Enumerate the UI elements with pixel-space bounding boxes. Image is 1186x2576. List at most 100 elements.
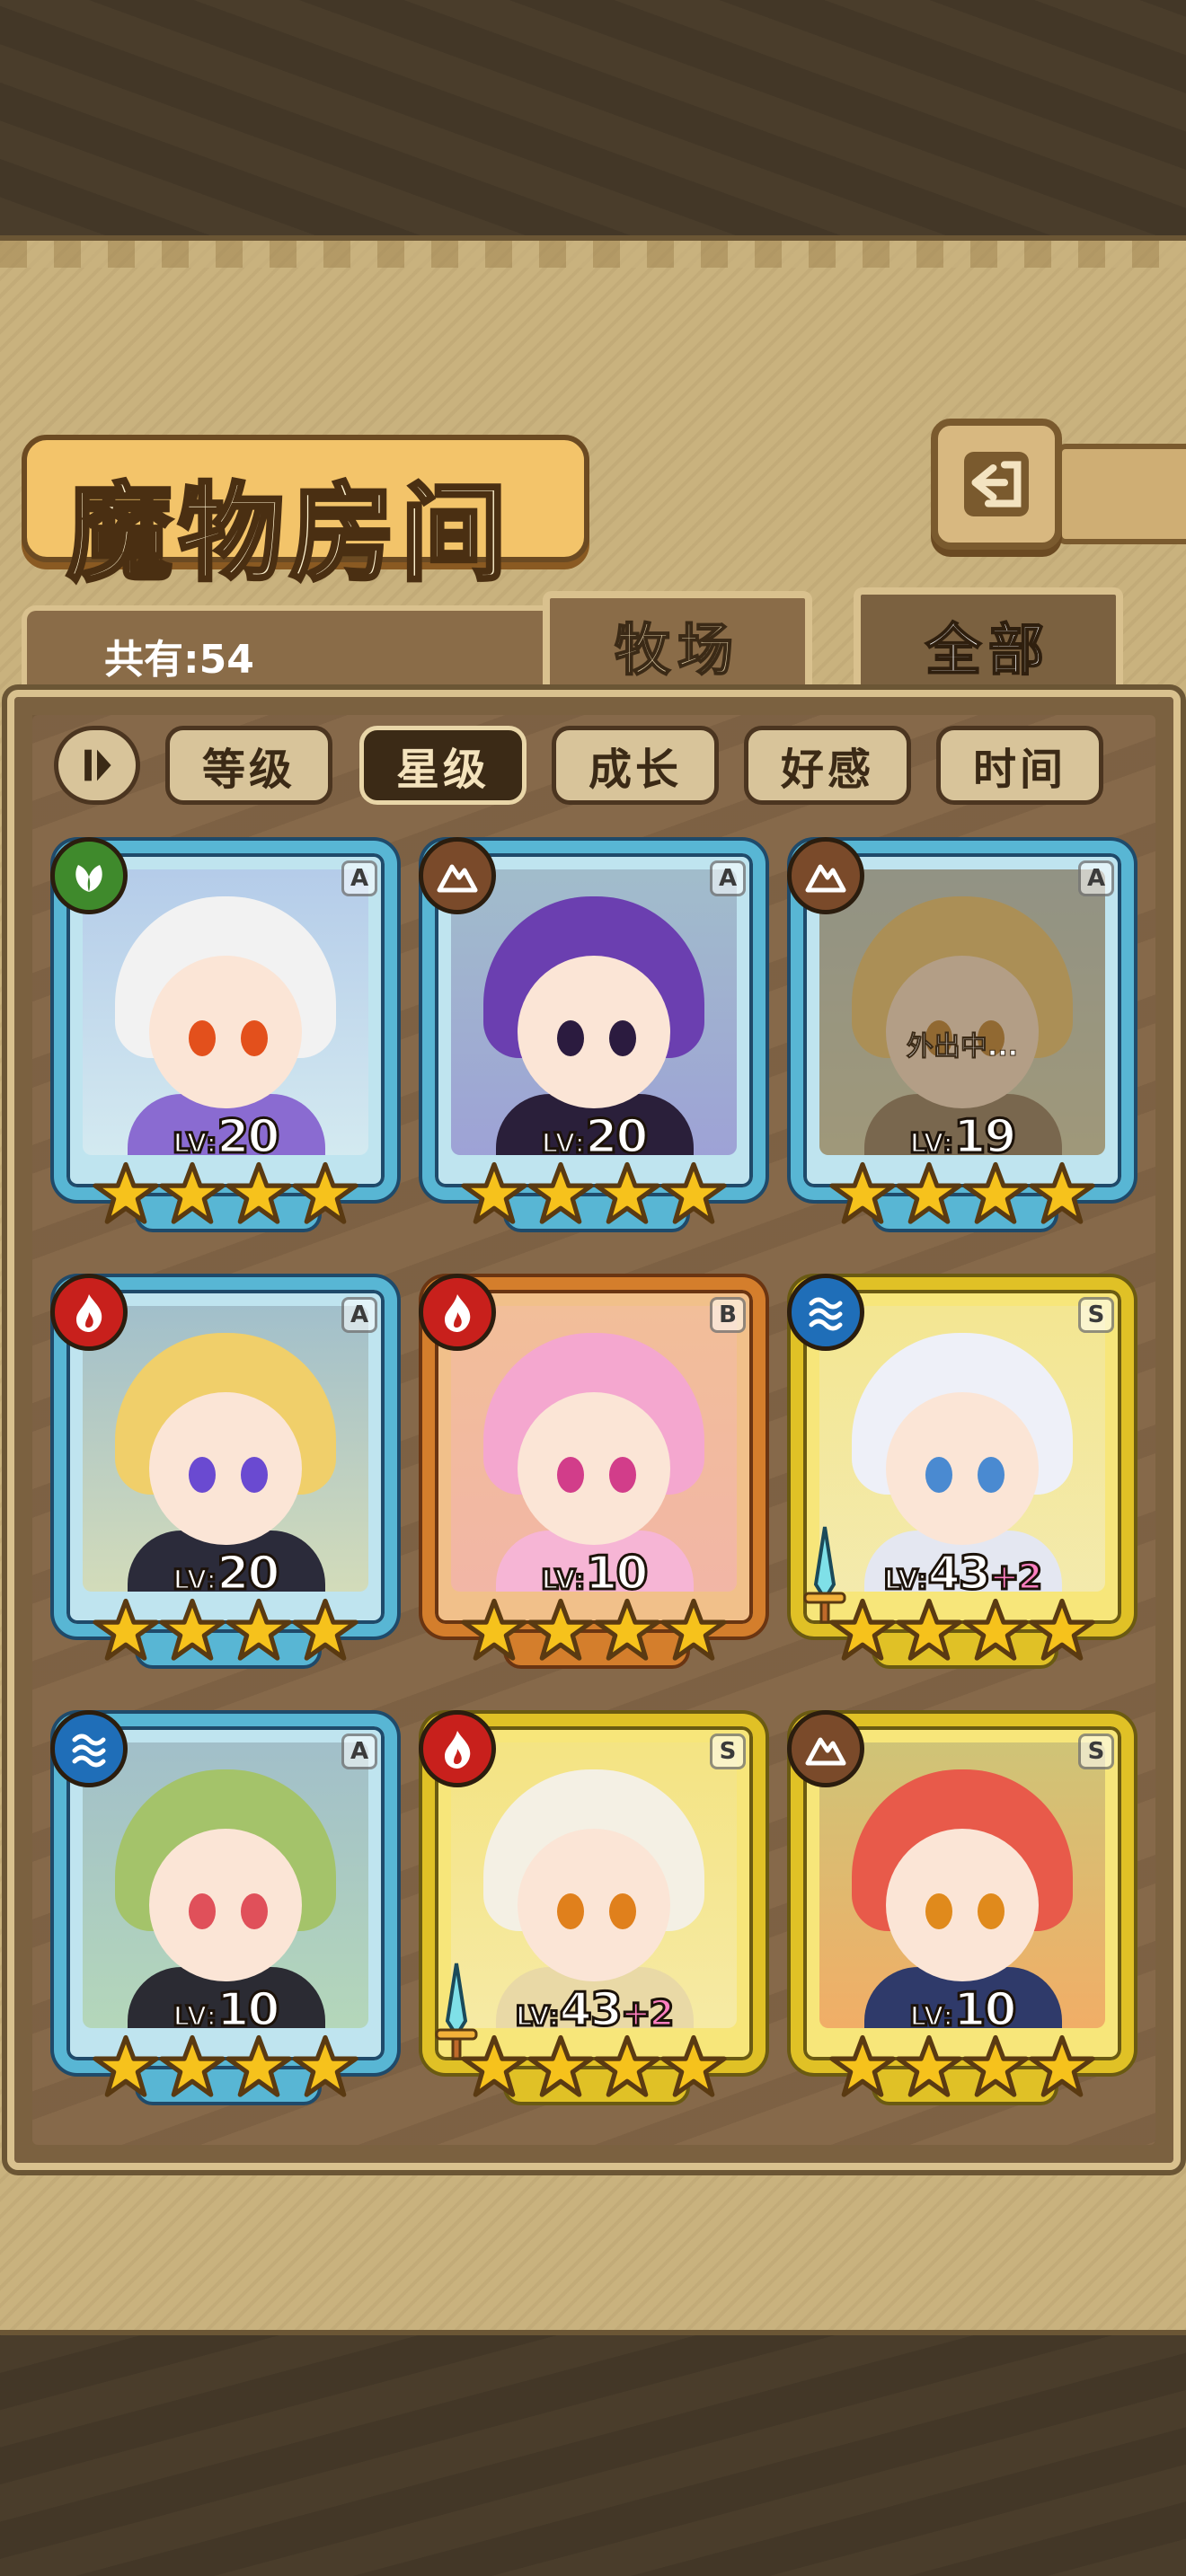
level-value: 43 xyxy=(558,1982,624,2039)
rank-badge: B xyxy=(710,1297,746,1333)
level-value: 10 xyxy=(216,1982,281,2039)
monster-card[interactable]: A LV:10 xyxy=(50,1710,397,2105)
level-prefix: LV: xyxy=(540,1564,587,1598)
rank-badge: S xyxy=(1078,1734,1114,1769)
back-arrow-icon xyxy=(964,452,1029,516)
earth-element-icon xyxy=(787,1710,864,1787)
monster-card[interactable]: 外出中... A LV:19 xyxy=(787,837,1134,1232)
level-prefix: LV: xyxy=(882,1564,929,1598)
portrait-eye xyxy=(189,1020,216,1056)
tab-all[interactable]: 全部 xyxy=(854,587,1123,695)
level-value: 43 xyxy=(926,1546,992,1602)
monster-card[interactable]: A LV:20 xyxy=(419,837,766,1232)
portrait-face xyxy=(149,1392,302,1545)
sort-affection-chip[interactable]: 好感 xyxy=(744,726,911,805)
portrait-eye xyxy=(557,1020,584,1056)
level-value: 10 xyxy=(952,1982,1018,2039)
star-rating xyxy=(458,1597,730,1669)
sort-level-label: 等级 xyxy=(201,745,296,795)
sort-order-toggle[interactable] xyxy=(54,726,140,805)
star-icon xyxy=(226,1598,292,1661)
sort-time-chip[interactable]: 时间 xyxy=(936,726,1103,805)
monster-card[interactable]: A LV:20 xyxy=(50,1274,397,1669)
water-element-icon xyxy=(50,1710,128,1787)
star-icon xyxy=(962,1598,1029,1661)
level-label: LV:10 xyxy=(791,1982,1134,2039)
earth-element-icon xyxy=(419,837,496,914)
star-icon xyxy=(93,1598,159,1661)
portrait-face xyxy=(518,1392,670,1545)
star-icon xyxy=(93,1161,159,1224)
star-icon xyxy=(461,1161,527,1224)
star-icon xyxy=(962,2034,1029,2097)
monster-card[interactable]: A LV:20 xyxy=(50,837,397,1232)
level-prefix: LV: xyxy=(172,1127,218,1161)
portrait-eye xyxy=(925,1893,952,1929)
star-icon xyxy=(292,1598,358,1661)
star-icon xyxy=(829,1598,896,1661)
level-label: LV:10 xyxy=(54,1982,397,2039)
back-button[interactable] xyxy=(931,419,1062,550)
rank-badge: S xyxy=(1078,1297,1114,1333)
top-background xyxy=(0,0,1186,235)
star-icon xyxy=(527,1598,594,1661)
map-border-ornament xyxy=(0,241,1186,268)
sort-star-chip[interactable]: 星级 xyxy=(359,726,527,805)
star-rating xyxy=(90,2033,361,2105)
sort-order-icon xyxy=(84,749,111,781)
rank-badge: A xyxy=(710,860,746,896)
sort-time-label: 时间 xyxy=(972,745,1067,795)
level-prefix: LV: xyxy=(908,1127,955,1161)
fire-element-icon xyxy=(50,1274,128,1351)
star-icon xyxy=(527,2034,594,2097)
star-icon xyxy=(1029,1161,1095,1224)
level-prefix: LV: xyxy=(172,1564,218,1598)
star-icon xyxy=(660,2034,727,2097)
star-rating xyxy=(827,1160,1098,1232)
star-icon xyxy=(292,2034,358,2097)
monster-card[interactable]: S LV:10 xyxy=(787,1710,1134,2105)
star-icon xyxy=(594,1161,660,1224)
portrait-eye xyxy=(925,1457,952,1493)
sort-level-chip[interactable]: 等级 xyxy=(165,726,332,805)
away-status: 外出中... xyxy=(906,1031,1019,1063)
level-label: LV:19 xyxy=(791,1109,1134,1166)
star-icon xyxy=(962,1161,1029,1224)
portrait-eye xyxy=(241,1457,268,1493)
level-value: 20 xyxy=(216,1109,281,1166)
level-label: LV:43+2 xyxy=(422,1982,766,2039)
rank-badge: A xyxy=(341,1734,377,1769)
portrait-eye xyxy=(609,1020,636,1056)
level-prefix: LV: xyxy=(540,1127,587,1161)
level-prefix: LV: xyxy=(908,2000,955,2034)
level-label: LV:20 xyxy=(422,1109,766,1166)
star-icon xyxy=(660,1598,727,1661)
monster-count-bar: 共有:54 xyxy=(22,605,561,692)
portrait-eye xyxy=(557,1893,584,1929)
star-icon xyxy=(896,2034,962,2097)
level-label: LV:20 xyxy=(54,1109,397,1166)
level-prefix: LV: xyxy=(514,2000,561,2034)
sort-growth-chip[interactable]: 成长 xyxy=(552,726,719,805)
level-prefix: LV: xyxy=(172,2000,218,2034)
portrait-face xyxy=(518,1829,670,1981)
monster-card[interactable]: B LV:10 xyxy=(419,1274,766,1669)
star-icon xyxy=(1029,1598,1095,1661)
page-title: 魔物房间 xyxy=(65,469,513,597)
tab-ranch-label: 牧场 xyxy=(614,616,740,684)
star-rating xyxy=(458,2033,730,2105)
portrait-face xyxy=(886,1829,1039,1981)
rank-badge: S xyxy=(710,1734,746,1769)
star-icon xyxy=(1029,2034,1095,2097)
tab-ranch[interactable]: 牧场 xyxy=(543,591,812,692)
level-value: 20 xyxy=(216,1546,281,1602)
star-icon xyxy=(829,1161,896,1224)
back-button-extension xyxy=(1057,444,1186,544)
monster-card[interactable]: S LV:43+2 xyxy=(787,1274,1134,1669)
star-icon xyxy=(159,2034,226,2097)
sort-affection-label: 好感 xyxy=(780,745,874,795)
portrait-face xyxy=(149,1829,302,1981)
monster-card[interactable]: S LV:43+2 xyxy=(419,1710,766,2105)
star-icon xyxy=(660,1161,727,1224)
star-rating xyxy=(90,1160,361,1232)
